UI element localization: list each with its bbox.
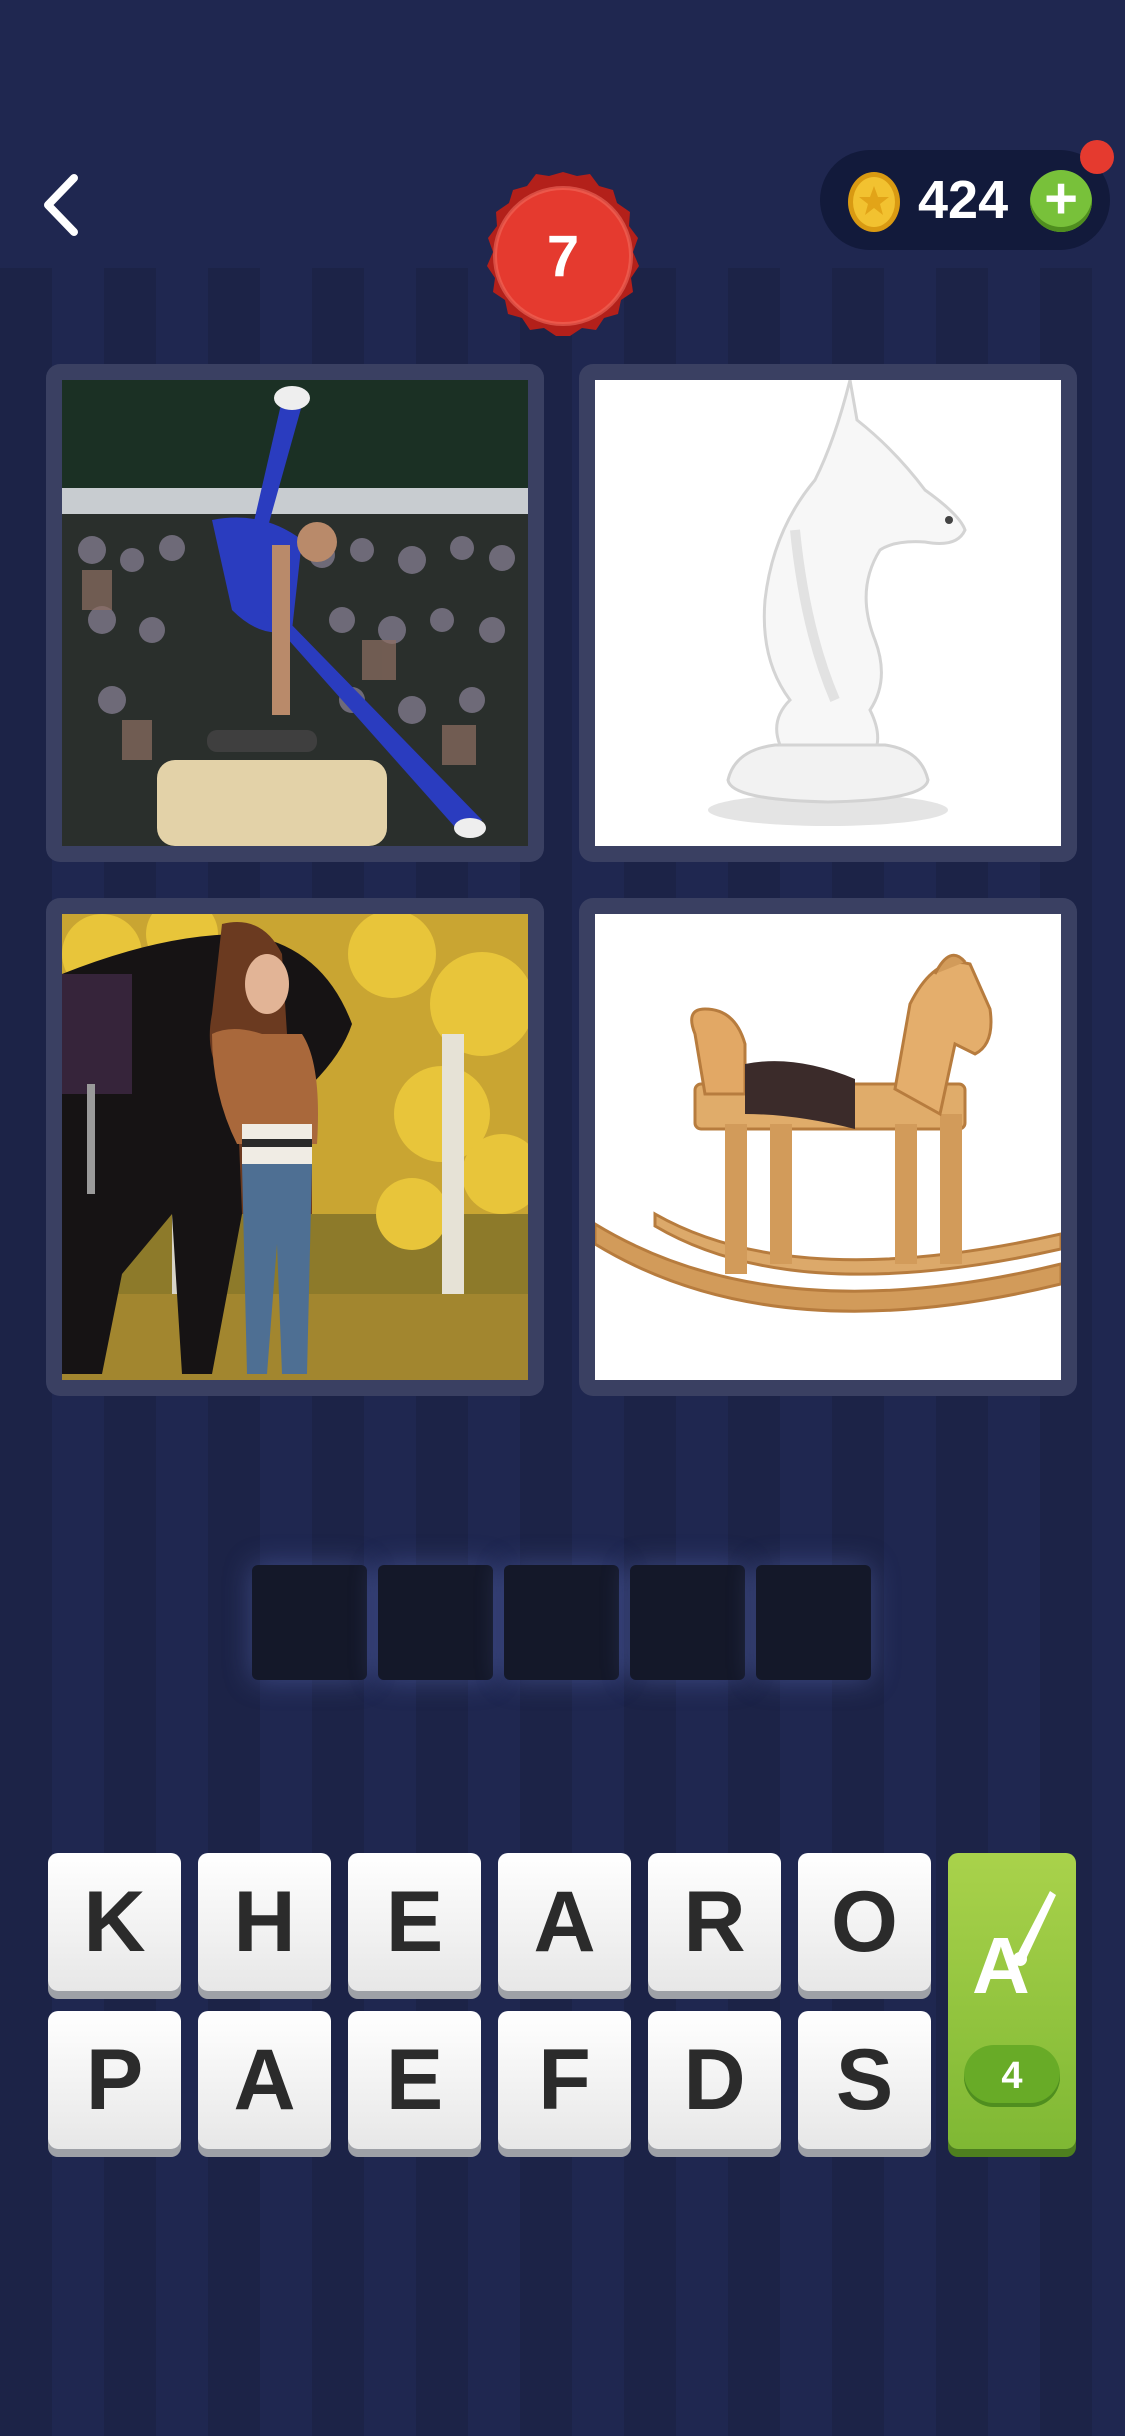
magic-brush-icon: A [972,1891,1056,2010]
letter-tile[interactable]: E [348,1853,481,1991]
letter-tile[interactable]: F [498,2011,631,2149]
answer-slot[interactable] [504,1565,619,1680]
coin-counter[interactable]: 424 + [820,150,1110,250]
level-number: 7 [546,223,580,289]
letter-tile[interactable]: O [798,1853,931,1991]
coin-icon [848,172,900,232]
letter-tile[interactable]: S [798,2011,931,2149]
letter-tile[interactable]: R [648,1853,781,1991]
letter-tile[interactable]: D [648,2011,781,2149]
letter-tile[interactable]: H [198,1853,331,1991]
letter-tile[interactable]: E [348,2011,481,2149]
clue-image-1 [46,364,544,862]
letter-tile[interactable]: A [198,2011,331,2149]
coin-count: 424 [918,170,1009,230]
clue-image-3 [46,898,544,1396]
answer-slot[interactable] [252,1565,367,1680]
level-badge: 7 [475,168,651,344]
answer-slot[interactable] [378,1565,493,1680]
chevron-left-icon [44,174,78,236]
woman-with-horse-image [62,914,528,1380]
add-coins-button[interactable]: + [1030,170,1092,232]
letter-tile[interactable]: K [48,1853,181,1991]
answer-slot[interactable] [756,1565,871,1680]
letter-tile[interactable]: P [48,2011,181,2149]
gymnast-pommel-horse-image [62,380,528,846]
hint-button[interactable]: A 4 [948,1853,1076,2149]
letter-tile[interactable]: A [498,1853,631,1991]
rocking-horse-image [595,914,1061,1380]
chess-knight-image [595,380,1061,846]
notification-dot [1080,140,1114,174]
clue-image-2 [579,364,1077,862]
answer-slots [252,1565,871,1680]
answer-slot[interactable] [630,1565,745,1680]
clue-image-4 [579,898,1077,1396]
hint-count-badge: 4 [964,2045,1060,2107]
back-button[interactable] [38,170,88,240]
